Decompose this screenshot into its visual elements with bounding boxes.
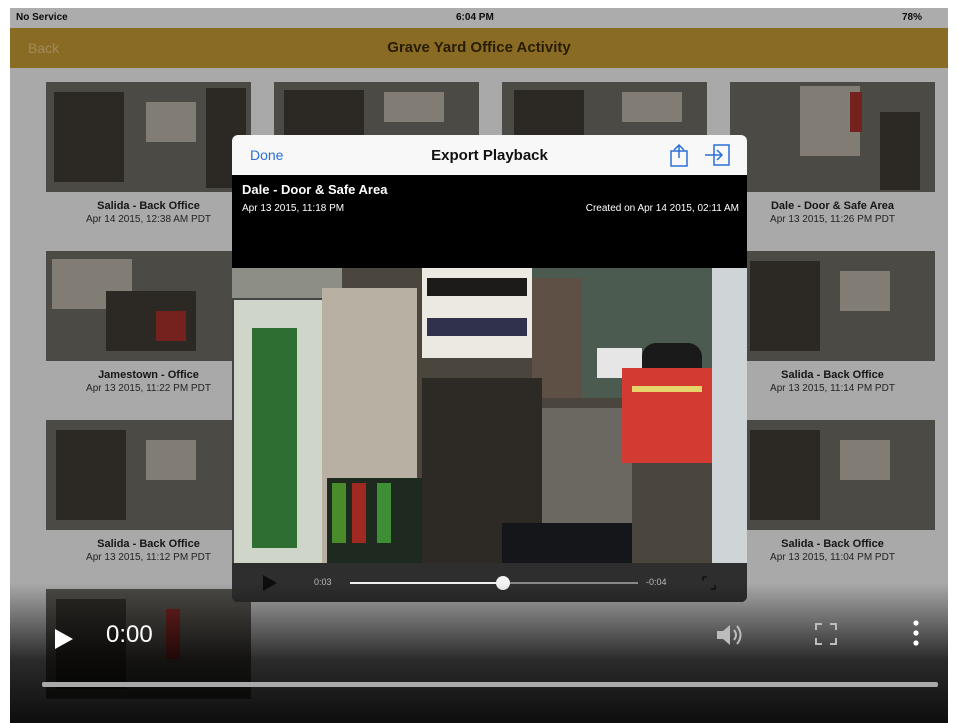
recording-info: Dale - Door & Safe Area Apr 13 2015, 11:… bbox=[232, 175, 747, 268]
modal-header: Done Export Playback bbox=[232, 135, 747, 176]
player-progress-bar[interactable] bbox=[42, 682, 938, 687]
fullscreen-icon[interactable] bbox=[814, 622, 838, 646]
camera-name: Dale - Door & Safe Area bbox=[242, 182, 388, 197]
share-icon[interactable] bbox=[668, 143, 690, 167]
ipad-screen: No Service 6:04 PM 78% Back Grave Yard O… bbox=[10, 8, 948, 723]
volume-icon[interactable] bbox=[715, 622, 745, 648]
recorded-date: Apr 13 2015, 11:18 PM bbox=[242, 203, 345, 214]
player-controls bbox=[10, 583, 948, 723]
export-playback-modal: Done Export Playback Dale - Door & Safe … bbox=[232, 135, 747, 602]
play-icon[interactable] bbox=[54, 628, 74, 650]
current-time: 0:00 bbox=[106, 621, 153, 648]
more-vertical-icon[interactable] bbox=[912, 619, 920, 647]
exit-icon[interactable] bbox=[704, 144, 730, 166]
created-date: Created on Apr 14 2015, 02:11 AM bbox=[585, 203, 739, 214]
video-frame[interactable] bbox=[232, 268, 747, 563]
